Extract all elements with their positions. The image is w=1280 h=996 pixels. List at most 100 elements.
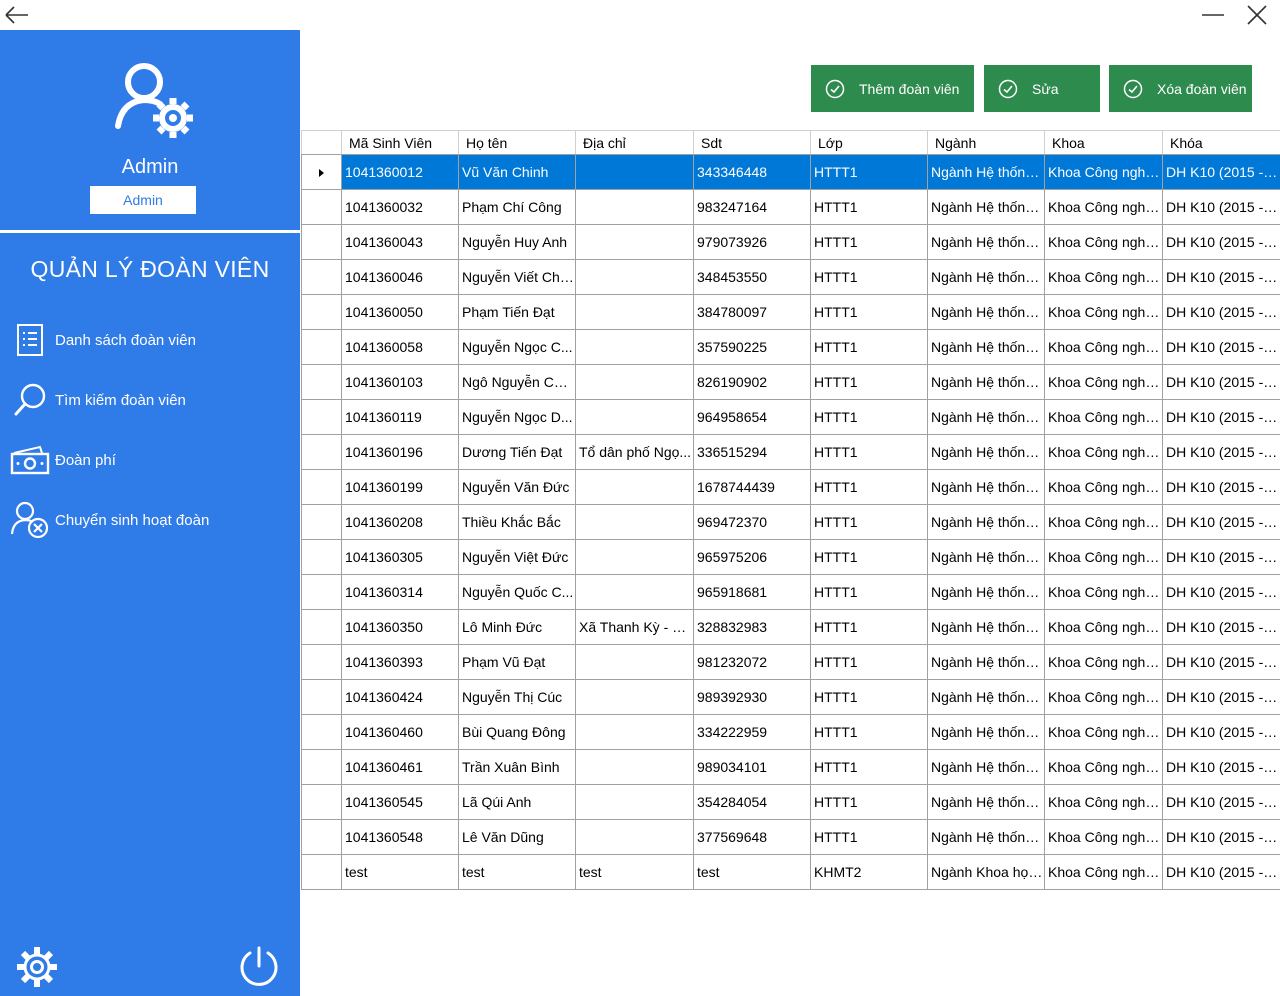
row-header[interactable] bbox=[301, 539, 342, 575]
column-header[interactable]: Họ tên bbox=[458, 130, 576, 155]
table-row[interactable]: 1041360548 Lê Văn Dũng 377569648 HTTT1 Ngành… bbox=[301, 819, 1280, 855]
row-header[interactable] bbox=[301, 189, 342, 225]
column-header[interactable]: Ngành bbox=[927, 130, 1045, 155]
table-cell[interactable]: test bbox=[458, 854, 576, 890]
table-cell[interactable]: Tổ dân phố Ngọ... bbox=[575, 434, 694, 470]
table-cell[interactable]: Lô Minh Đức bbox=[458, 609, 576, 645]
table-cell[interactable] bbox=[575, 294, 694, 330]
table-row[interactable]: 1041360058 Nguyễn Ngọc C... 357590225 HTTT1… bbox=[301, 329, 1280, 365]
table-cell[interactable]: Ngành Hệ thống... bbox=[927, 714, 1045, 750]
row-header[interactable] bbox=[301, 224, 342, 260]
row-header[interactable] bbox=[301, 819, 342, 855]
table-cell[interactable]: DH K10 (2015 - 2... bbox=[1162, 574, 1280, 610]
table-cell[interactable]: HTTT1 bbox=[810, 819, 928, 855]
table-cell[interactable]: Nguyễn Quốc C... bbox=[458, 574, 576, 610]
table-cell[interactable]: DH K10 (2015 - 2... bbox=[1162, 259, 1280, 295]
table-cell[interactable]: 1041360305 bbox=[341, 539, 459, 575]
table-cell[interactable]: HTTT1 bbox=[810, 609, 928, 645]
nav-item-transfer[interactable]: Chuyển sinh hoạt đoàn bbox=[10, 498, 290, 542]
table-cell[interactable]: Ngành Hệ thống... bbox=[927, 609, 1045, 645]
table-cell[interactable]: 983247164 bbox=[693, 189, 811, 225]
nav-item-fees[interactable]: Đoàn phí bbox=[10, 438, 290, 482]
table-cell[interactable]: HTTT1 bbox=[810, 574, 928, 610]
table-cell[interactable]: 1041360050 bbox=[341, 294, 459, 330]
table-cell[interactable]: test bbox=[341, 854, 459, 890]
table-cell[interactable]: DH K10 (2015 - 2... bbox=[1162, 784, 1280, 820]
table-cell[interactable] bbox=[575, 329, 694, 365]
table-cell[interactable]: Khoa Công nghệ... bbox=[1044, 189, 1163, 225]
table-cell[interactable]: DH K10 (2015 - 2... bbox=[1162, 329, 1280, 365]
column-header[interactable]: Sdt bbox=[693, 130, 811, 155]
table-cell[interactable]: Vũ Văn Chinh bbox=[458, 154, 576, 190]
table-row[interactable]: 1041360196 Dương Tiến Đạt Tổ dân phố Ngọ..… bbox=[301, 434, 1280, 470]
table-cell[interactable]: Nguyễn Viết Chinh bbox=[458, 259, 576, 295]
table-cell[interactable]: Khoa Công nghệ... bbox=[1044, 749, 1163, 785]
table-cell[interactable]: HTTT1 bbox=[810, 189, 928, 225]
table-row[interactable]: test test test test KHMT2 Ngành Khoa học... Kh… bbox=[301, 854, 1280, 890]
minimize-button[interactable] bbox=[1200, 2, 1226, 28]
table-cell[interactable]: 1041360350 bbox=[341, 609, 459, 645]
table-cell[interactable]: 1041360119 bbox=[341, 399, 459, 435]
table-cell[interactable]: Ngành Hệ thống... bbox=[927, 504, 1045, 540]
nav-item-search-member[interactable]: Tìm kiếm đoàn viên bbox=[10, 378, 290, 422]
table-cell[interactable] bbox=[575, 154, 694, 190]
table-cell[interactable]: DH K10 (2015 - 2... bbox=[1162, 854, 1280, 890]
table-cell[interactable]: HTTT1 bbox=[810, 154, 928, 190]
row-header[interactable] bbox=[301, 854, 342, 890]
column-header[interactable]: Mã Sinh Viên bbox=[341, 130, 459, 155]
table-cell[interactable]: HTTT1 bbox=[810, 469, 928, 505]
table-cell[interactable]: DH K10 (2015 - 2... bbox=[1162, 469, 1280, 505]
table-cell[interactable]: 989034101 bbox=[693, 749, 811, 785]
table-cell[interactable]: Dương Tiến Đạt bbox=[458, 434, 576, 470]
table-row[interactable]: 1041360424 Nguyễn Thị Cúc 989392930 HTTT1 Ng… bbox=[301, 679, 1280, 715]
table-row[interactable]: 1041360043 Nguyễn Huy Anh 979073926 HTTT1 Ng… bbox=[301, 224, 1280, 260]
table-cell[interactable]: Ngành Hệ thống... bbox=[927, 189, 1045, 225]
table-cell[interactable] bbox=[575, 644, 694, 680]
table-cell[interactable]: Ngành Hệ thống... bbox=[927, 399, 1045, 435]
row-header[interactable] bbox=[301, 154, 342, 190]
table-cell[interactable]: Phạm Vũ Đạt bbox=[458, 644, 576, 680]
table-cell[interactable] bbox=[575, 784, 694, 820]
table-cell[interactable]: 1041360208 bbox=[341, 504, 459, 540]
table-cell[interactable] bbox=[575, 259, 694, 295]
table-row[interactable]: 1041360305 Nguyễn Việt Đức 965975206 HTTT1 N… bbox=[301, 539, 1280, 575]
table-cell[interactable]: 1041360314 bbox=[341, 574, 459, 610]
table-cell[interactable]: Ngành Khoa học... bbox=[927, 854, 1045, 890]
row-header[interactable] bbox=[301, 364, 342, 400]
column-header[interactable]: Địa chỉ bbox=[575, 130, 694, 155]
table-cell[interactable]: DH K10 (2015 - 2... bbox=[1162, 294, 1280, 330]
table-cell[interactable]: 1041360058 bbox=[341, 329, 459, 365]
table-cell[interactable]: Khoa Công nghệ... bbox=[1044, 819, 1163, 855]
table-cell[interactable]: HTTT1 bbox=[810, 364, 928, 400]
table-cell[interactable]: 1041360548 bbox=[341, 819, 459, 855]
table-cell[interactable]: DH K10 (2015 - 2... bbox=[1162, 644, 1280, 680]
table-row[interactable]: 1041360103 Ngô Nguyễn Chí... 826190902 HTTT… bbox=[301, 364, 1280, 400]
table-cell[interactable]: 1041360012 bbox=[341, 154, 459, 190]
column-header[interactable]: Khóa bbox=[1162, 130, 1280, 155]
table-cell[interactable]: DH K10 (2015 - 2... bbox=[1162, 224, 1280, 260]
table-cell[interactable]: Ngành Hệ thống... bbox=[927, 294, 1045, 330]
table-cell[interactable]: 384780097 bbox=[693, 294, 811, 330]
table-row[interactable]: 1041360119 Nguyễn Ngọc D... 964958654 HTTT1… bbox=[301, 399, 1280, 435]
row-header[interactable] bbox=[301, 294, 342, 330]
table-row[interactable]: 1041360460 Bùi Quang Đông 334222959 HTTT1 Ng… bbox=[301, 714, 1280, 750]
table-cell[interactable]: 1041360196 bbox=[341, 434, 459, 470]
table-cell[interactable] bbox=[575, 714, 694, 750]
table-cell[interactable]: Ngành Hệ thống... bbox=[927, 679, 1045, 715]
table-cell[interactable]: DH K10 (2015 - 2... bbox=[1162, 679, 1280, 715]
table-cell[interactable] bbox=[575, 504, 694, 540]
table-cell[interactable]: Phạm Chí Công bbox=[458, 189, 576, 225]
table-cell[interactable]: HTTT1 bbox=[810, 434, 928, 470]
table-cell[interactable]: 989392930 bbox=[693, 679, 811, 715]
table-cell[interactable]: 1041360103 bbox=[341, 364, 459, 400]
table-cell[interactable]: Ngành Hệ thống... bbox=[927, 539, 1045, 575]
table-cell[interactable]: 1041360460 bbox=[341, 714, 459, 750]
table-cell[interactable]: 1041360043 bbox=[341, 224, 459, 260]
table-cell[interactable]: Ngành Hệ thống... bbox=[927, 644, 1045, 680]
table-cell[interactable]: DH K10 (2015 - 2... bbox=[1162, 609, 1280, 645]
table-cell[interactable]: HTTT1 bbox=[810, 399, 928, 435]
table-cell[interactable]: 348453550 bbox=[693, 259, 811, 295]
table-cell[interactable]: 1041360424 bbox=[341, 679, 459, 715]
table-cell[interactable]: DH K10 (2015 - 2... bbox=[1162, 539, 1280, 575]
back-button[interactable] bbox=[2, 3, 30, 27]
